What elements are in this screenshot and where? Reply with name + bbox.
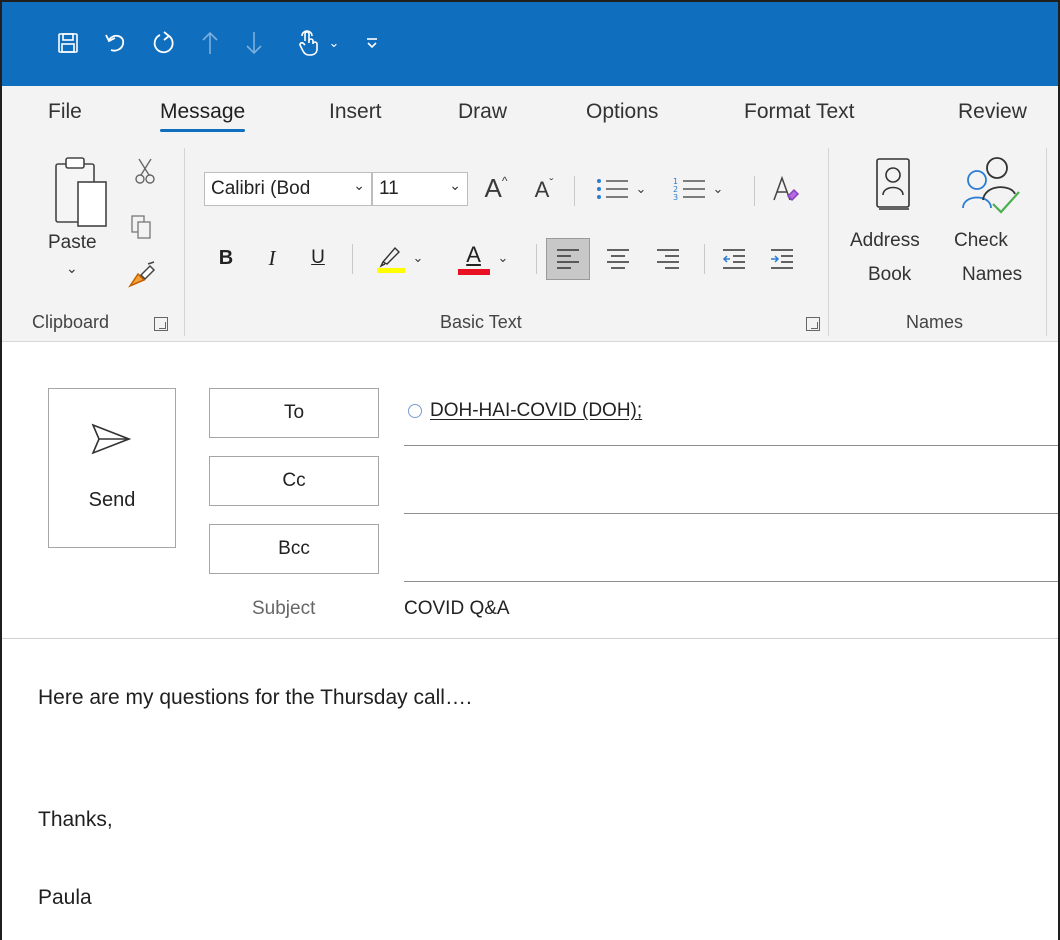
to-recipient[interactable]: DOH-HAI-COVID (DOH);: [430, 400, 642, 422]
send-button[interactable]: Send: [48, 388, 176, 548]
numbering-button[interactable]: 123 ⌄: [662, 172, 734, 206]
check-names-label-2[interactable]: Names: [962, 264, 1022, 286]
divider: [352, 244, 353, 274]
group-divider: [184, 148, 185, 336]
copy-icon[interactable]: [126, 212, 156, 242]
svg-text:3: 3: [673, 193, 678, 202]
cut-icon[interactable]: [132, 156, 158, 186]
chevron-down-icon: ⌄: [497, 250, 509, 265]
chevron-down-icon: ⌄: [712, 181, 724, 196]
increase-indent-button[interactable]: [760, 238, 804, 280]
tab-format-text[interactable]: Format Text: [744, 100, 854, 124]
undo-icon[interactable]: [94, 20, 138, 66]
tab-review[interactable]: Review: [958, 100, 1027, 124]
check-names-label-1[interactable]: Check: [954, 230, 1008, 252]
highlight-button[interactable]: ⌄: [366, 236, 432, 280]
redo-icon[interactable]: [142, 20, 186, 66]
cc-field[interactable]: [404, 513, 1058, 514]
address-book-label-2[interactable]: Book: [868, 264, 911, 286]
quick-access-toolbar: ⌄: [2, 2, 1058, 86]
group-divider: [1046, 148, 1047, 336]
clear-formatting-icon[interactable]: [764, 170, 806, 208]
bcc-button[interactable]: Bcc: [209, 524, 379, 574]
send-icon: [91, 423, 131, 455]
subject-label: Subject: [252, 598, 316, 619]
underline-button[interactable]: U: [298, 238, 338, 278]
to-field-underline: [404, 445, 1058, 446]
subject-field[interactable]: COVID Q&A: [404, 598, 510, 620]
font-color-button[interactable]: A ⌄: [450, 236, 516, 280]
clipboard-group-label: Clipboard: [32, 312, 110, 332]
check-names-icon[interactable]: [952, 152, 1026, 218]
presence-status-icon: [408, 404, 422, 418]
down-arrow-icon[interactable]: [234, 20, 274, 66]
paste-dropdown-icon[interactable]: ⌄: [66, 260, 78, 277]
up-arrow-icon[interactable]: [190, 20, 230, 66]
basic-text-launcher-icon[interactable]: [806, 317, 820, 331]
grow-font-icon: A: [484, 172, 502, 203]
format-painter-icon[interactable]: [124, 258, 158, 292]
send-label: Send: [88, 489, 136, 511]
ribbon: Paste ⌄ Clipboard Calibri (Bod ⌄ 11 ⌄ A ^…: [2, 140, 1058, 342]
shrink-font-button[interactable]: Aˇ: [524, 170, 564, 210]
chevron-down-icon: ⌄: [635, 181, 647, 196]
to-field[interactable]: DOH-HAI-COVID (DOH);: [408, 400, 642, 422]
divider: [536, 244, 537, 274]
align-right-button[interactable]: [646, 238, 690, 280]
grow-font-button[interactable]: A ^: [476, 168, 516, 208]
body-line-3[interactable]: Paula: [38, 886, 92, 910]
touch-mode-icon[interactable]: ⌄: [286, 20, 348, 66]
tab-file[interactable]: File: [48, 100, 82, 124]
divider: [704, 244, 705, 274]
font-color-icon: A: [466, 241, 481, 267]
header-divider: [2, 638, 1058, 639]
decrease-indent-button[interactable]: [712, 238, 756, 280]
shrink-font-icon: A: [534, 177, 550, 202]
chevron-down-icon: ⌄: [353, 177, 365, 193]
tab-message[interactable]: Message: [160, 100, 246, 132]
font-name-combo[interactable]: Calibri (Bod ⌄: [204, 172, 372, 206]
font-name-value: Calibri (Bod: [211, 178, 311, 199]
clipboard-launcher-icon[interactable]: [154, 317, 168, 331]
bcc-field[interactable]: [404, 581, 1058, 582]
body-line-1[interactable]: Here are my questions for the Thursday c…: [38, 686, 472, 710]
save-icon[interactable]: [46, 20, 90, 66]
address-book-icon[interactable]: [868, 154, 918, 216]
paste-label[interactable]: Paste: [48, 232, 97, 254]
group-divider: [828, 148, 829, 336]
font-size-value: 11: [379, 178, 399, 199]
divider: [574, 176, 575, 206]
to-button[interactable]: To: [209, 388, 379, 438]
tab-draw[interactable]: Draw: [458, 100, 507, 124]
font-size-combo[interactable]: 11 ⌄: [372, 172, 468, 206]
bold-button[interactable]: B: [206, 238, 246, 278]
paste-icon[interactable]: [46, 150, 116, 234]
names-group-label: Names: [906, 312, 964, 332]
body-line-2[interactable]: Thanks,: [38, 808, 113, 832]
cc-button[interactable]: Cc: [209, 456, 379, 506]
align-center-button[interactable]: [596, 238, 640, 280]
customize-qat-icon[interactable]: [354, 20, 390, 66]
address-book-label-1[interactable]: Address: [850, 230, 920, 252]
tab-options[interactable]: Options: [586, 100, 658, 124]
align-left-button[interactable]: [546, 238, 590, 280]
message-window: ⌄ File Message Insert Draw Options Forma…: [0, 0, 1060, 940]
chevron-down-icon: ⌄: [412, 250, 424, 265]
italic-button[interactable]: I: [252, 238, 292, 278]
ribbon-tabs: File Message Insert Draw Options Format …: [2, 86, 1058, 140]
tab-insert[interactable]: Insert: [329, 100, 382, 124]
chevron-down-icon: ⌄: [449, 177, 461, 193]
divider: [754, 176, 755, 206]
basic-text-group-label: Basic Text: [440, 312, 522, 332]
bullets-button[interactable]: ⌄: [588, 172, 654, 206]
